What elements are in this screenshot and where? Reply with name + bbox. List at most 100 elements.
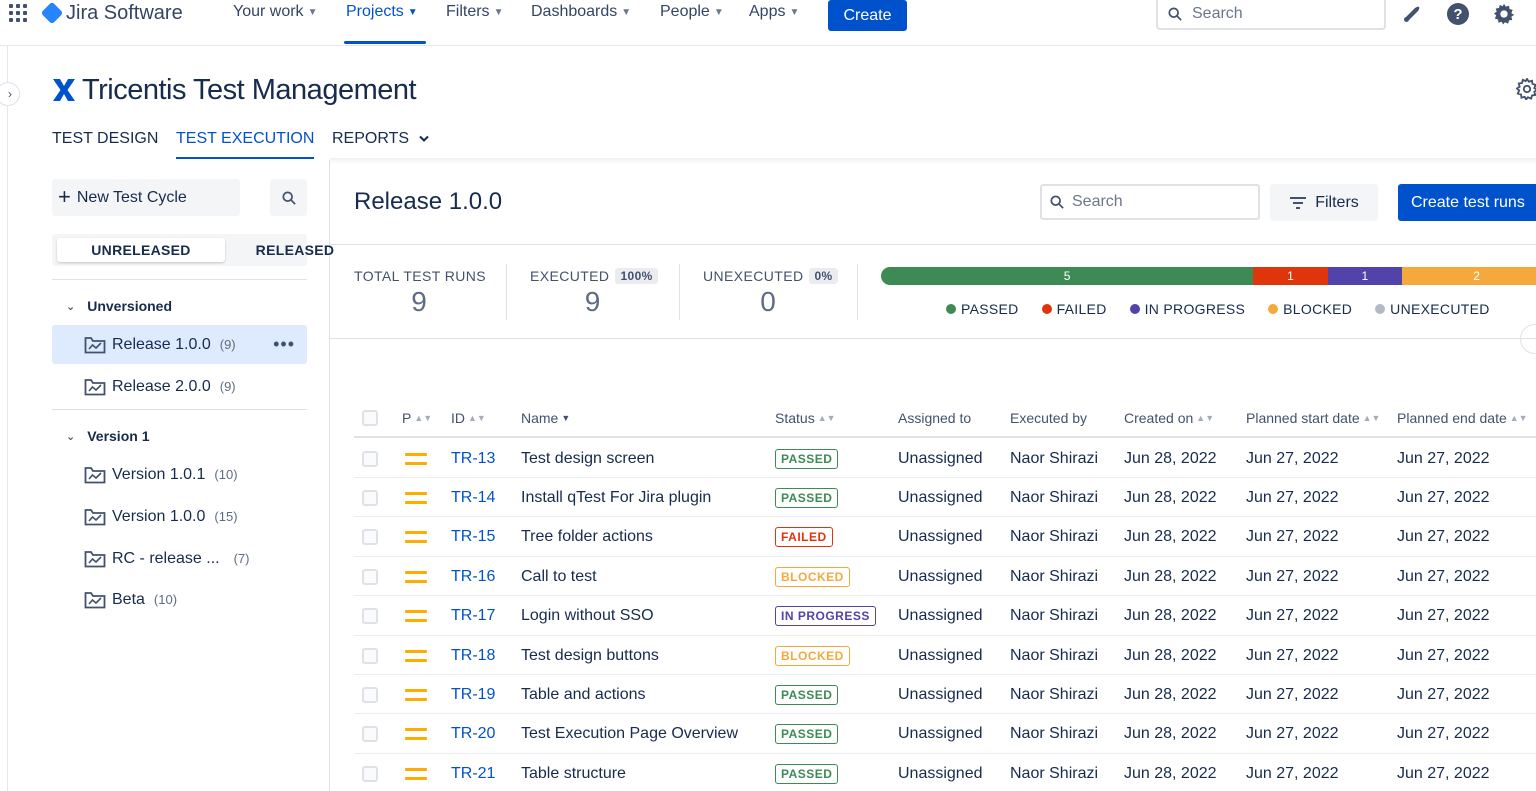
nav-filters[interactable]: Filters ▼ bbox=[446, 3, 503, 21]
tab-reports[interactable]: REPORTS bbox=[332, 130, 429, 148]
row-checkbox[interactable] bbox=[362, 478, 378, 517]
status-badge[interactable]: PASSED bbox=[775, 724, 839, 745]
column-label: Created on bbox=[1124, 410, 1194, 426]
sidebar-item-rc-release[interactable]: RC - release ... (7) bbox=[52, 539, 307, 578]
tab-test-execution[interactable]: TEST EXECUTION bbox=[176, 130, 314, 148]
table-row[interactable]: TR-14 Install qTest For Jira plugin PASSED… bbox=[354, 478, 1536, 518]
test-run-id-link[interactable]: TR-20 bbox=[451, 715, 495, 754]
cycle-folder-icon bbox=[84, 378, 106, 395]
nav-people[interactable]: People ▼ bbox=[660, 3, 724, 21]
cell-end: Jun 27, 2022 bbox=[1397, 607, 1490, 625]
tree-item-label: Release 1.0.0 bbox=[112, 335, 211, 353]
table-row[interactable]: TR-16 Call to test BLOCKED Unassigned Naor S… bbox=[354, 557, 1536, 597]
sidebar-item-release-2-0-0[interactable]: Release 2.0.0 (9) bbox=[52, 367, 307, 406]
segment-released[interactable]: RELEASED bbox=[232, 238, 358, 262]
status-badge[interactable]: PASSED bbox=[775, 763, 839, 784]
more-actions-icon[interactable]: ••• bbox=[273, 335, 295, 353]
test-run-id-link[interactable]: TR-16 bbox=[451, 557, 495, 596]
column-name[interactable]: Name ▼ bbox=[521, 410, 570, 426]
table-row[interactable]: TR-21 Table structure PASSED Unassigned Naor… bbox=[354, 754, 1536, 791]
column-priority[interactable]: P ▲▼ bbox=[402, 410, 432, 426]
stat-label: UNEXECUTED 0% bbox=[703, 268, 838, 284]
select-all-checkbox[interactable] bbox=[362, 410, 378, 426]
column-planned-end[interactable]: Planned end date ▲▼ bbox=[1397, 410, 1528, 426]
nav-projects[interactable]: Projects ▼ bbox=[346, 3, 418, 21]
status-badge[interactable]: BLOCKED bbox=[775, 566, 850, 587]
nav-label: Filters bbox=[446, 3, 490, 20]
test-run-id-link[interactable]: TR-14 bbox=[451, 478, 495, 517]
sidebar-item-beta[interactable]: Beta (10) bbox=[52, 580, 307, 619]
row-checkbox[interactable] bbox=[362, 597, 378, 636]
jira-logo[interactable]: Jira Software bbox=[40, 0, 183, 26]
column-assigned-to[interactable]: Assigned to bbox=[898, 410, 971, 426]
tree-item-label: Version 1.0.0 bbox=[112, 507, 206, 525]
status-badge[interactable]: FAILED bbox=[775, 527, 833, 548]
filters-button[interactable]: Filters bbox=[1270, 184, 1378, 221]
row-checkbox[interactable] bbox=[362, 754, 378, 791]
row-checkbox[interactable] bbox=[362, 675, 378, 714]
help-icon[interactable]: ? bbox=[1446, 2, 1470, 26]
test-run-id-link[interactable]: TR-19 bbox=[451, 675, 495, 714]
test-run-id-link[interactable]: TR-13 bbox=[451, 439, 495, 478]
collapse-stats-button[interactable] bbox=[1520, 324, 1536, 354]
jira-diamond-icon bbox=[40, 1, 64, 25]
top-search-input[interactable]: Search bbox=[1156, 0, 1386, 30]
table-row[interactable]: TR-18 Test design buttons BLOCKED Unassigne… bbox=[354, 636, 1536, 675]
tab-test-design[interactable]: TEST DESIGN bbox=[52, 130, 158, 148]
sidebar-item-version-1-0-0[interactable]: Version 1.0.0 (15) bbox=[52, 497, 307, 536]
cell-name: Test Execution Page Overview bbox=[521, 725, 738, 743]
group-version-1[interactable]: ⌄ Version 1 bbox=[66, 426, 149, 446]
chevron-down-icon: ▼ bbox=[307, 7, 318, 18]
settings-icon[interactable] bbox=[1492, 2, 1516, 26]
row-checkbox[interactable] bbox=[362, 636, 378, 675]
sidebar-item-version-1-0-1[interactable]: Version 1.0.1 (10) bbox=[52, 455, 307, 494]
stat-value: 9 bbox=[411, 286, 427, 317]
column-status[interactable]: Status ▲▼ bbox=[775, 410, 836, 426]
nav-your-work[interactable]: Your work ▼ bbox=[233, 3, 317, 21]
column-id[interactable]: ID ▲▼ bbox=[451, 410, 486, 426]
cell-start: Jun 27, 2022 bbox=[1246, 528, 1339, 546]
test-run-id-link[interactable]: TR-15 bbox=[451, 518, 495, 557]
stat-executed: EXECUTED 100% 9 bbox=[530, 268, 658, 318]
status-badge[interactable]: PASSED bbox=[775, 448, 839, 469]
column-executed-by[interactable]: Executed by bbox=[1010, 410, 1087, 426]
stat-separator bbox=[506, 264, 507, 320]
table-row[interactable]: TR-17 Login without SSO IN PROGRESS Unassig… bbox=[354, 597, 1536, 636]
new-test-cycle-button[interactable]: + New Test Cycle bbox=[52, 179, 240, 216]
row-checkbox[interactable] bbox=[362, 557, 378, 596]
app-switcher-icon[interactable] bbox=[9, 4, 27, 22]
status-badge[interactable]: BLOCKED bbox=[775, 645, 850, 666]
row-checkbox[interactable] bbox=[362, 439, 378, 478]
sort-icon: ▲▼ bbox=[1362, 413, 1381, 423]
create-test-runs-button[interactable]: Create test runs bbox=[1398, 184, 1536, 221]
test-run-search-input[interactable]: Search bbox=[1040, 184, 1260, 220]
cell-created: Jun 28, 2022 bbox=[1124, 449, 1217, 467]
row-checkbox[interactable] bbox=[362, 715, 378, 754]
nav-apps[interactable]: Apps ▼ bbox=[749, 3, 799, 21]
segment-unreleased[interactable]: UNRELEASED bbox=[57, 238, 225, 262]
filter-icon bbox=[1290, 196, 1307, 209]
app-settings-icon[interactable] bbox=[1515, 77, 1536, 105]
column-planned-start[interactable]: Planned start date ▲▼ bbox=[1246, 410, 1380, 426]
table-row[interactable]: TR-20 Test Execution Page Overview PASSED U… bbox=[354, 715, 1536, 754]
sidebar-expand-button[interactable]: › bbox=[0, 82, 20, 106]
test-run-id-link[interactable]: TR-18 bbox=[451, 636, 495, 675]
create-button[interactable]: Create bbox=[828, 0, 907, 31]
sidebar-search-button[interactable] bbox=[270, 179, 307, 216]
test-run-id-link[interactable]: TR-21 bbox=[451, 754, 495, 791]
group-unversioned[interactable]: ⌄ Unversioned bbox=[66, 296, 172, 316]
test-run-id-link[interactable]: TR-17 bbox=[451, 597, 495, 636]
row-checkbox[interactable] bbox=[362, 518, 378, 557]
table-row[interactable]: TR-19 Table and actions PASSED Unassigned Na… bbox=[354, 675, 1536, 715]
cell-start: Jun 27, 2022 bbox=[1246, 567, 1339, 585]
cell-name: Tree folder actions bbox=[521, 528, 653, 546]
status-badge[interactable]: PASSED bbox=[775, 487, 839, 508]
table-row[interactable]: TR-13 Test design screen PASSED Unassigned N… bbox=[354, 439, 1536, 478]
nav-dashboards[interactable]: Dashboards ▼ bbox=[531, 3, 631, 21]
status-badge[interactable]: PASSED bbox=[775, 684, 839, 705]
status-badge[interactable]: IN PROGRESS bbox=[775, 606, 876, 627]
column-created-on[interactable]: Created on ▲▼ bbox=[1124, 410, 1214, 426]
notifications-icon[interactable] bbox=[1400, 2, 1424, 26]
sidebar-item-release-1-0-0[interactable]: Release 1.0.0 (9) ••• bbox=[52, 325, 307, 364]
table-row[interactable]: TR-15 Tree folder actions FAILED Unassigned… bbox=[354, 518, 1536, 557]
